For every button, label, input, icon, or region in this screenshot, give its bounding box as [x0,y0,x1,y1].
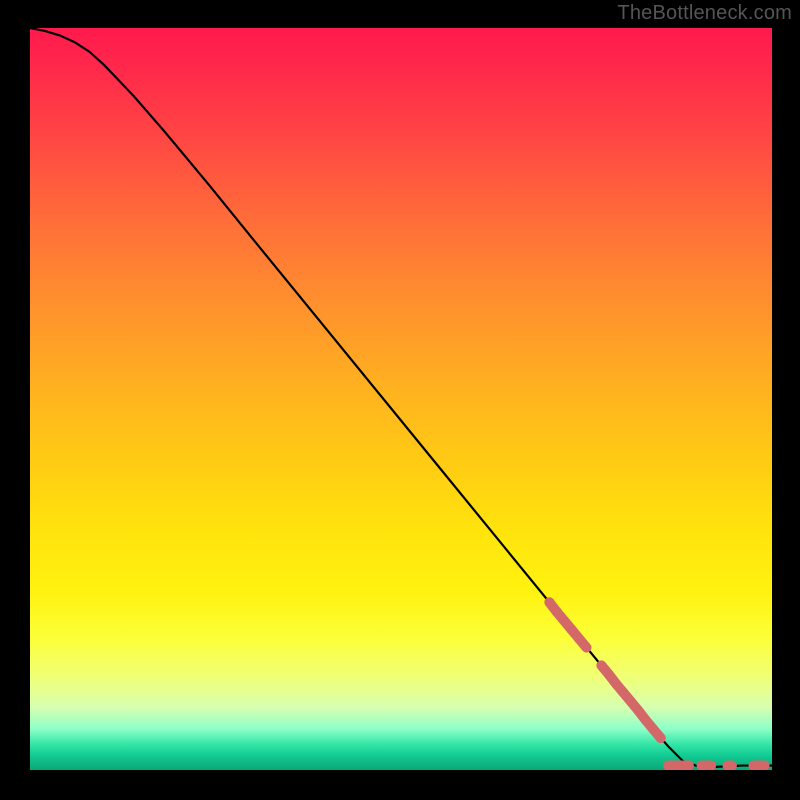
chart-highlight-markers [544,597,665,743]
chart-curve [30,28,772,767]
chart-area [30,28,772,770]
chart-overlay [30,28,772,770]
watermark-text: TheBottleneck.com [617,2,792,25]
